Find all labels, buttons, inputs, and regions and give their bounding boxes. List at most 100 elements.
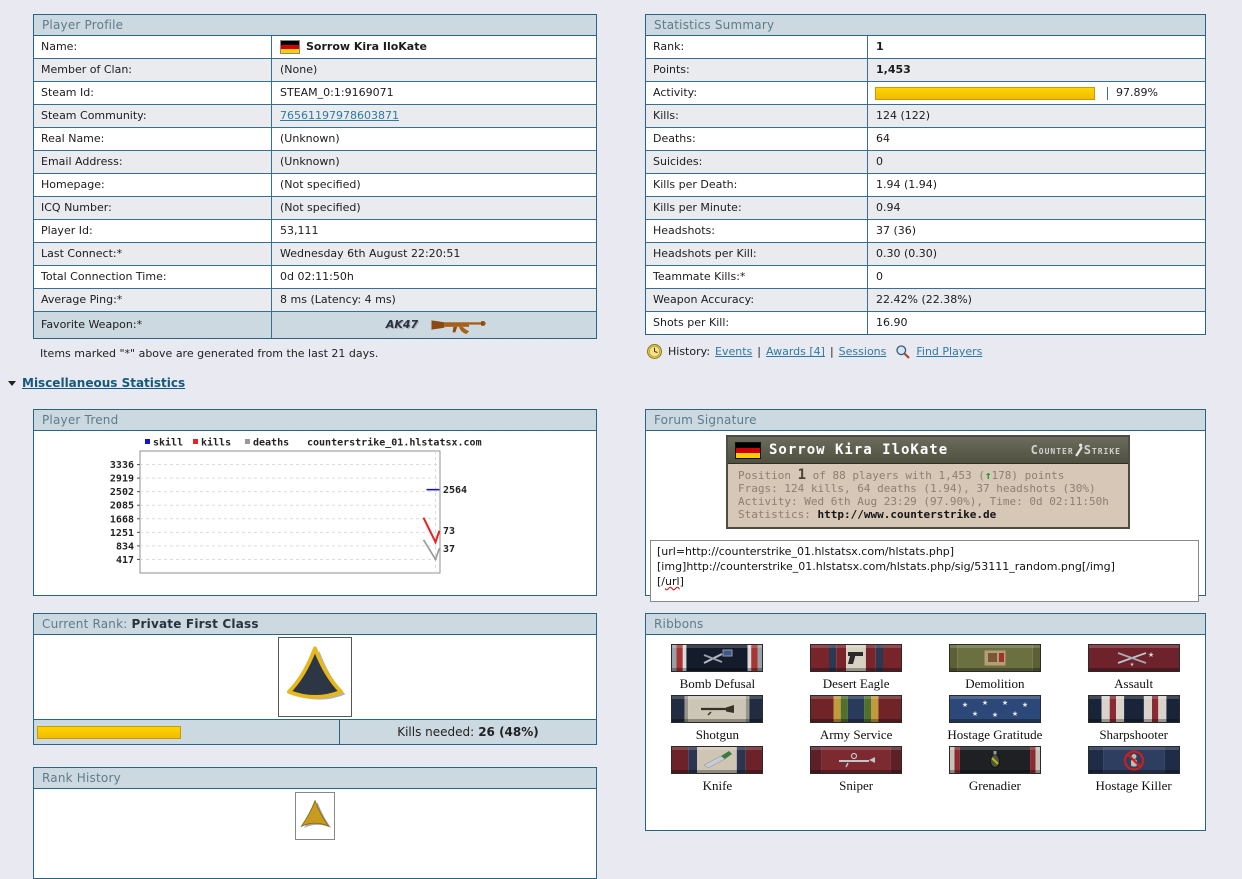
stats-row-label: Teammate Kills:*: [646, 266, 868, 288]
stats-row-value: 97.89%: [868, 82, 1205, 104]
footnote: Items marked "*" above are generated fro…: [40, 347, 379, 360]
svg-text:2919: 2919: [110, 474, 134, 485]
player-profile-header: Player Profile: [34, 15, 596, 36]
stats-row: Headshots per Kill: 0.30 (0.30): [646, 243, 1205, 266]
history-link-events[interactable]: Events: [715, 345, 752, 358]
ribbon-image-hostage-killer: [1087, 746, 1180, 774]
ribbon-label: Hostage Gratitude: [947, 727, 1043, 742]
svg-text:★: ★: [1002, 699, 1008, 707]
forum-signature-header: Forum Signature: [646, 410, 1205, 431]
signature-player-name: Sorrow Kira IloKate: [769, 442, 949, 458]
profile-row-value: 8 ms (Latency: 4 ms): [280, 293, 396, 306]
profile-row-label: Favorite Weapon:*: [34, 312, 272, 338]
profile-row: Real Name: (Unknown): [34, 128, 596, 151]
signature-image-body: Position 1 of 88 players with 1,453 (↑17…: [728, 464, 1128, 527]
svg-text:deaths: deaths: [253, 438, 289, 449]
ribbon-item: Sharpshooter: [1064, 695, 1203, 743]
stats-row: Rank: 1: [646, 36, 1205, 59]
svg-text:★: ★: [1012, 710, 1018, 718]
player-profile-table: Name: Sorrow Kira IloKate Member of Clan: (…: [34, 36, 596, 338]
stats-row-value: 0.94: [876, 201, 901, 214]
ribbon-image-demolition: [948, 644, 1041, 672]
ribbon-image-sharpshooter: [1087, 695, 1180, 723]
profile-row: Favorite Weapon:* AK47: [34, 312, 596, 338]
history-link-find-players[interactable]: Find Players: [916, 345, 982, 358]
profile-row-label: Member of Clan:: [34, 59, 272, 81]
rank-progress-bar: [34, 720, 340, 744]
svg-text:2502: 2502: [110, 487, 134, 498]
ribbon-label: Hostage Killer: [1095, 778, 1172, 793]
ribbon-item: Demolition: [926, 644, 1065, 692]
profile-row-value: 76561197978603871: [272, 105, 596, 127]
stats-row-label: Points:: [646, 59, 868, 81]
ribbons-grid: Bomb Defusal Desert Eagle Demolition ★ ★ Assa…: [646, 635, 1205, 798]
signature-position-value: 1: [797, 467, 807, 483]
history-link-awards[interactable]: Awards [4]: [766, 345, 825, 358]
profile-row-label: Name:: [34, 36, 272, 58]
player-name: Sorrow Kira IloKate: [306, 40, 427, 53]
profile-row-value: (None): [280, 63, 318, 76]
ribbon-item: Knife: [648, 746, 787, 794]
current-rank-name: Private First Class: [131, 617, 259, 631]
profile-row-value: 0d 02:11:50h: [280, 270, 354, 283]
ribbon-image-hostage-gratitude: ★ ★ ★ ★ ★ ★ ★: [948, 695, 1041, 723]
profile-row-label: Total Connection Time:: [34, 266, 272, 288]
ribbon-image-knife: [671, 746, 764, 774]
counter-strike-logo: Counter Strike: [1030, 443, 1121, 457]
ribbon-image-desert-eagle: [810, 644, 903, 672]
stats-row-label: Headshots:: [646, 220, 868, 242]
kills-needed-cell: Kills needed: 26 (48%): [397, 725, 539, 739]
profile-row: ICQ Number: (Not specified): [34, 197, 596, 220]
activity-bar-fill: [875, 86, 1096, 100]
miscellaneous-statistics-toggle[interactable]: Miscellaneous Statistics: [8, 376, 185, 390]
svg-text:2085: 2085: [110, 501, 134, 512]
gold-chevron-icon: [300, 799, 332, 828]
ribbon-label: Sniper: [839, 778, 874, 793]
profile-row: Average Ping:* 8 ms (Latency: 4 ms): [34, 289, 596, 312]
profile-row-label: Email Address:: [34, 151, 272, 173]
ribbon-image-shotgun: [671, 695, 764, 723]
signature-image: Sorrow Kira IloKate Counter Strike Posit…: [726, 435, 1130, 529]
svg-text:834: 834: [116, 541, 134, 552]
stats-row: Kills: 124 (122): [646, 105, 1205, 128]
pfc-chevron-icon: [286, 646, 346, 700]
signature-frags-line: Frags: 124 kills, 64 deaths (1.94), 37 h…: [738, 482, 1096, 495]
ribbon-item: ★ ★ Assault: [1064, 644, 1203, 692]
stats-row: Suicides: 0: [646, 151, 1205, 174]
profile-row: Total Connection Time: 0d 02:11:50h: [34, 266, 596, 289]
miscellaneous-statistics-link[interactable]: Miscellaneous Statistics: [22, 376, 185, 390]
rank-history-panel: Rank History: [33, 767, 597, 879]
history-link-sessions[interactable]: Sessions: [839, 345, 887, 358]
svg-text:★: ★: [992, 711, 998, 719]
statistics-summary-header: Statistics Summary: [646, 15, 1205, 36]
svg-text:★: ★: [982, 699, 988, 707]
ribbon-label: Shotgun: [695, 727, 740, 742]
ribbon-item: Shotgun: [648, 695, 787, 743]
signature-stats-line: Statistics: http://www.counterstrike.de: [738, 508, 997, 521]
stats-row-value: 64: [876, 132, 890, 145]
current-rank-header: Current Rank: Private First Class: [34, 614, 596, 635]
stats-row-label: Headshots per Kill:: [646, 243, 868, 265]
activity-bar: [868, 86, 1108, 100]
profile-row-value: AK47: [272, 312, 596, 338]
ribbon-label: Bomb Defusal: [679, 676, 756, 691]
stats-row-label: Kills per Minute:: [646, 197, 868, 219]
kills-needed-value: 26 (48%): [478, 725, 539, 739]
ribbon-image-assault: ★★: [1087, 644, 1180, 672]
svg-text:★: ★: [972, 710, 978, 718]
germany-flag-icon: [735, 441, 761, 459]
profile-row-label: Steam Community:: [34, 105, 272, 127]
profile-row: Last Connect:* Wednesday 6th August 22:20…: [34, 243, 596, 266]
signature-bbcode-textarea[interactable]: [url=http://counterstrike_01.hlstatsx.co…: [650, 540, 1199, 602]
signature-image-header: Sorrow Kira IloKate Counter Strike: [728, 437, 1128, 464]
player-trend-body: 3336 2919 2502 2085 1668 1251 834 417 skill kills…: [34, 431, 596, 594]
ribbon-item: Bomb Defusal: [648, 644, 787, 692]
steam-community-link[interactable]: 76561197978603871: [280, 105, 399, 127]
rank-history-insignia: [295, 792, 335, 840]
stats-row-label: Weapon Accuracy:: [646, 289, 868, 311]
profile-row-label: Real Name:: [34, 128, 272, 150]
hlstatsx-player-page: { "profile": { "title": "Player Profile"…: [0, 0, 1242, 879]
stats-row: Kills per Minute: 0.94: [646, 197, 1205, 220]
profile-row-label: ICQ Number:: [34, 197, 272, 219]
profile-row-value: STEAM_0:1:9169071: [280, 86, 394, 99]
